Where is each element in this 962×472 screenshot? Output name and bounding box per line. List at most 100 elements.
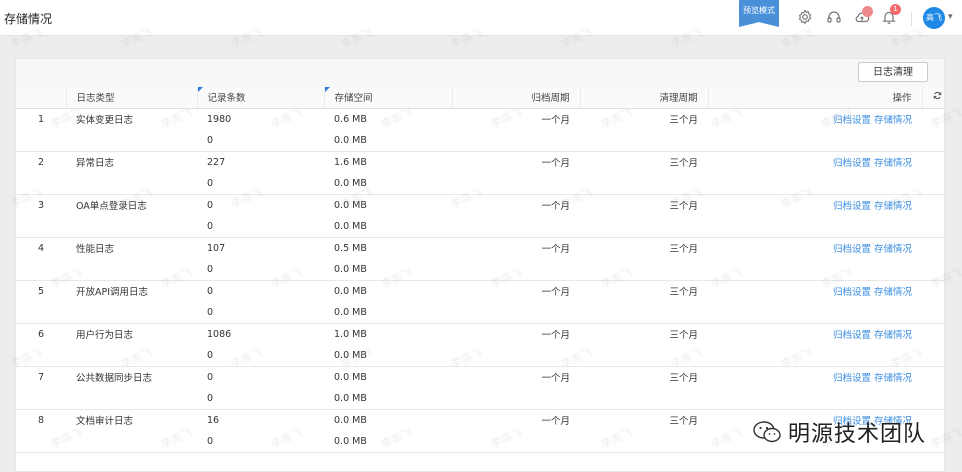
table-subrow: 0 0.0 MB <box>16 387 944 410</box>
row-spacer <box>922 215 944 238</box>
archived-storage-cell: 0.0 MB <box>324 258 452 281</box>
log-clean-button[interactable]: 日志清理 <box>858 62 928 82</box>
chevron-down-icon[interactable]: ▾ <box>948 12 953 22</box>
row-spacer <box>66 172 197 195</box>
row-spacer <box>66 129 197 152</box>
clean-period-cell: 三个月 <box>669 115 698 126</box>
row-spacer <box>580 430 708 453</box>
row-spacer <box>922 366 944 388</box>
storage-status-link[interactable]: 存储情况 <box>874 244 912 255</box>
sort-marker-icon <box>324 87 330 92</box>
preview-mode-badge[interactable]: 预览模式 <box>739 0 779 27</box>
storage-status-link[interactable]: 存储情况 <box>874 158 912 169</box>
records-cell: 16 <box>207 414 220 426</box>
table-row: 5 开放API调用日志 0 0.0 MB 一个月 三个月 归档设置 存储情况 <box>16 280 944 302</box>
cloud-status-dot <box>862 6 873 17</box>
table-body: 1 实体变更日志 1980 0.6 MB 一个月 三个月 归档设置 存储情况 0 0.0 MB 2… <box>16 108 944 453</box>
page-title: 存储情况 <box>4 12 53 26</box>
row-spacer <box>580 129 708 152</box>
settings-icon[interactable] <box>797 9 813 25</box>
row-spacer <box>66 258 197 281</box>
table-subrow: 0 0.0 MB <box>16 215 944 238</box>
row-spacer <box>580 258 708 281</box>
storage-status-link[interactable]: 存储情况 <box>874 287 912 298</box>
storage-status-link[interactable]: 存储情况 <box>874 373 912 384</box>
row-spacer <box>922 280 944 302</box>
storage-cell: 0.6 MB <box>334 113 367 125</box>
storage-cell: 0.0 MB <box>334 199 367 211</box>
user-avatar[interactable]: 高飞 <box>923 7 945 29</box>
row-spacer <box>16 301 66 324</box>
log-type-cell: 文档审计日志 <box>76 416 134 427</box>
archive-period-cell: 一个月 <box>541 158 570 169</box>
records-cell: 107 <box>207 242 226 254</box>
row-spacer <box>16 258 66 281</box>
table-subrow: 0 0.0 MB <box>16 172 944 195</box>
archived-storage-cell: 0.0 MB <box>324 387 452 410</box>
bell-icon[interactable]: 1 <box>881 4 901 25</box>
table-header-row: 日志类型 记录条数 存储空间 归档周期 清理周期 操作 <box>16 87 944 109</box>
table-row: 1 实体变更日志 1980 0.6 MB 一个月 三个月 归档设置 存储情况 <box>16 108 944 130</box>
row-spacer <box>708 301 922 324</box>
storage-cell: 0.0 MB <box>334 371 367 383</box>
row-index: 1 <box>37 113 45 125</box>
header-log-type[interactable]: 日志类型 <box>66 87 198 109</box>
header-storage-label: 存储空间 <box>334 93 373 105</box>
refresh-icon[interactable] <box>933 91 942 100</box>
row-spacer <box>66 301 197 324</box>
header-storage[interactable]: 存储空间 <box>324 87 453 109</box>
row-spacer <box>922 237 944 259</box>
archive-period-cell: 一个月 <box>541 201 570 212</box>
row-spacer <box>580 344 708 367</box>
row-spacer <box>708 258 922 281</box>
log-type-cell: OA单点登录日志 <box>76 201 147 212</box>
records-cell: 1980 <box>207 113 232 125</box>
log-type-cell: 公共数据同步日志 <box>76 373 153 384</box>
header-clean-period[interactable]: 清理周期 <box>580 87 709 109</box>
header-records[interactable]: 记录条数 <box>197 87 325 109</box>
brand-overlay: 明源技术团队 <box>752 413 962 451</box>
row-index: 5 <box>37 285 45 297</box>
archive-settings-link[interactable]: 归档设置 <box>833 330 871 341</box>
cloud-icon[interactable] <box>854 6 873 25</box>
archived-records-cell: 0 <box>197 301 324 324</box>
row-index: 2 <box>37 156 45 168</box>
archive-settings-link[interactable]: 归档设置 <box>833 201 871 212</box>
actions-cell: 归档设置 存储情况 <box>708 280 922 302</box>
row-spacer <box>16 344 66 367</box>
records-cell: 1086 <box>207 328 232 340</box>
storage-panel: 日志清理 日志类型 记录条数 存储空间 归档周期 清理周期 操作 1 实体变更日志… <box>15 58 945 472</box>
storage-status-link[interactable]: 存储情况 <box>874 330 912 341</box>
archive-settings-link[interactable]: 归档设置 <box>833 373 871 384</box>
storage-status-link[interactable]: 存储情况 <box>874 115 912 126</box>
archive-period-cell: 一个月 <box>541 115 570 126</box>
storage-status-link[interactable]: 存储情况 <box>874 201 912 212</box>
storage-cell: 1.0 MB <box>334 328 367 340</box>
table-row: 4 性能日志 107 0.5 MB 一个月 三个月 归档设置 存储情况 <box>16 237 944 259</box>
log-type-cell: 实体变更日志 <box>76 115 134 126</box>
row-index: 8 <box>37 414 45 426</box>
actions-cell: 归档设置 存储情况 <box>708 194 922 216</box>
archive-period-cell: 一个月 <box>541 416 570 427</box>
row-spacer <box>922 108 944 130</box>
archive-settings-link[interactable]: 归档设置 <box>833 115 871 126</box>
row-spacer <box>708 129 922 152</box>
table-row: 3 OA单点登录日志 0 0.0 MB 一个月 三个月 归档设置 存储情况 <box>16 194 944 216</box>
row-spacer <box>66 215 197 238</box>
archive-settings-link[interactable]: 归档设置 <box>833 287 871 298</box>
row-spacer <box>16 129 66 152</box>
header-archive-period[interactable]: 归档周期 <box>452 87 581 109</box>
row-index: 7 <box>37 371 45 383</box>
archived-records-cell: 0 <box>197 344 324 367</box>
archived-storage-cell: 0.0 MB <box>324 215 452 238</box>
archive-settings-link[interactable]: 归档设置 <box>833 244 871 255</box>
row-spacer <box>452 387 580 410</box>
header-refresh[interactable] <box>922 87 944 109</box>
table-subrow: 0 0.0 MB <box>16 258 944 281</box>
table-subrow: 0 0.0 MB <box>16 301 944 324</box>
archived-storage-cell: 0.0 MB <box>324 129 452 152</box>
row-spacer <box>66 430 197 453</box>
row-spacer <box>580 215 708 238</box>
archive-settings-link[interactable]: 归档设置 <box>833 158 871 169</box>
headset-icon[interactable] <box>826 9 842 25</box>
